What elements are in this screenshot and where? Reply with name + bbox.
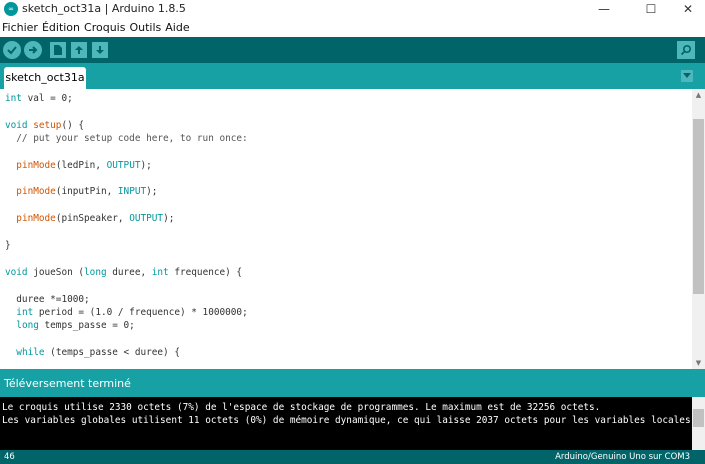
chevron-down-icon <box>683 73 691 78</box>
board-port-label: Arduino/Genuino Uno sur COM3 <box>555 452 690 462</box>
code-line: // put your setup code here, to run once… <box>5 133 248 144</box>
save-icon <box>96 46 104 54</box>
editor-scrollbar[interactable]: ▲ ▼ <box>692 89 705 369</box>
code-editor[interactable]: int val = 0; void setup() { // put your … <box>0 89 692 369</box>
code-line: pinMode(pinSpeaker, OUTPUT); <box>16 213 175 224</box>
tab-menu-button[interactable] <box>681 70 693 82</box>
code-line: while (temps_passe < duree) { <box>16 347 180 358</box>
console-line: Les variables globales utilisent 11 octe… <box>2 415 692 426</box>
code-line: long temps_passe = 0; <box>16 320 135 331</box>
code-line: int val = 0; <box>5 93 73 104</box>
close-button[interactable]: ✕ <box>671 0 705 19</box>
status-message: Téléversement terminé <box>4 377 131 390</box>
verify-icon <box>7 46 17 55</box>
footer-bar: 46 Arduino/Genuino Uno sur COM3 <box>0 450 705 464</box>
minimize-button[interactable]: — <box>587 0 621 19</box>
console-scrollbar[interactable] <box>692 397 705 450</box>
menu-outils[interactable]: Outils <box>127 19 163 37</box>
scroll-thumb[interactable] <box>693 119 704 294</box>
tab-sketch[interactable]: sketch_oct31a <box>4 67 86 89</box>
open-button[interactable] <box>71 42 87 58</box>
line-number: 46 <box>4 452 15 462</box>
code-line: pinMode(inputPin, INPUT); <box>16 186 158 197</box>
code-line: pinMode(ledPin, OUTPUT); <box>16 160 152 171</box>
scroll-up-icon[interactable]: ▲ <box>692 89 705 101</box>
menu-aide[interactable]: Aide <box>163 19 191 37</box>
code-line: void setup() { <box>5 120 85 131</box>
new-button[interactable] <box>50 42 66 58</box>
serial-monitor-button[interactable] <box>677 41 695 59</box>
menu-croquis[interactable]: Croquis <box>82 19 127 37</box>
save-button[interactable] <box>92 42 108 58</box>
console-line: Le croquis utilise 2330 octets (7%) de l… <box>2 402 601 413</box>
code-line: int period = (1.0 / frequence) * 1000000… <box>16 307 248 318</box>
menu-fichier[interactable]: Fichier <box>0 19 40 37</box>
open-icon <box>75 46 83 54</box>
tab-bar: sketch_oct31a <box>0 63 705 89</box>
window-title: sketch_oct31a | Arduino 1.8.5 <box>22 2 186 15</box>
arduino-logo-icon: ∞ <box>4 2 18 16</box>
magnifier-icon <box>680 44 692 56</box>
upload-icon <box>29 46 38 54</box>
console-scroll-thumb[interactable] <box>693 409 704 427</box>
menu-bar: Fichier Édition Croquis Outils Aide <box>0 19 705 37</box>
console-output[interactable]: Le croquis utilise 2330 octets (7%) de l… <box>0 397 692 450</box>
title-bar: ∞ sketch_oct31a | Arduino 1.8.5 — ☐ ✕ <box>0 0 705 19</box>
code-line: duree *=1000; <box>5 294 90 305</box>
status-bar: Téléversement terminé <box>0 369 705 397</box>
new-icon <box>54 45 62 55</box>
code-line: void joueSon (long duree, int frequence)… <box>5 267 243 278</box>
toolbar <box>0 37 705 63</box>
verify-button[interactable] <box>3 41 21 59</box>
upload-button[interactable] <box>24 41 42 59</box>
code-line: } <box>5 240 11 251</box>
menu-edition[interactable]: Édition <box>40 19 82 37</box>
scroll-down-icon[interactable]: ▼ <box>692 357 705 369</box>
maximize-button[interactable]: ☐ <box>634 0 668 19</box>
